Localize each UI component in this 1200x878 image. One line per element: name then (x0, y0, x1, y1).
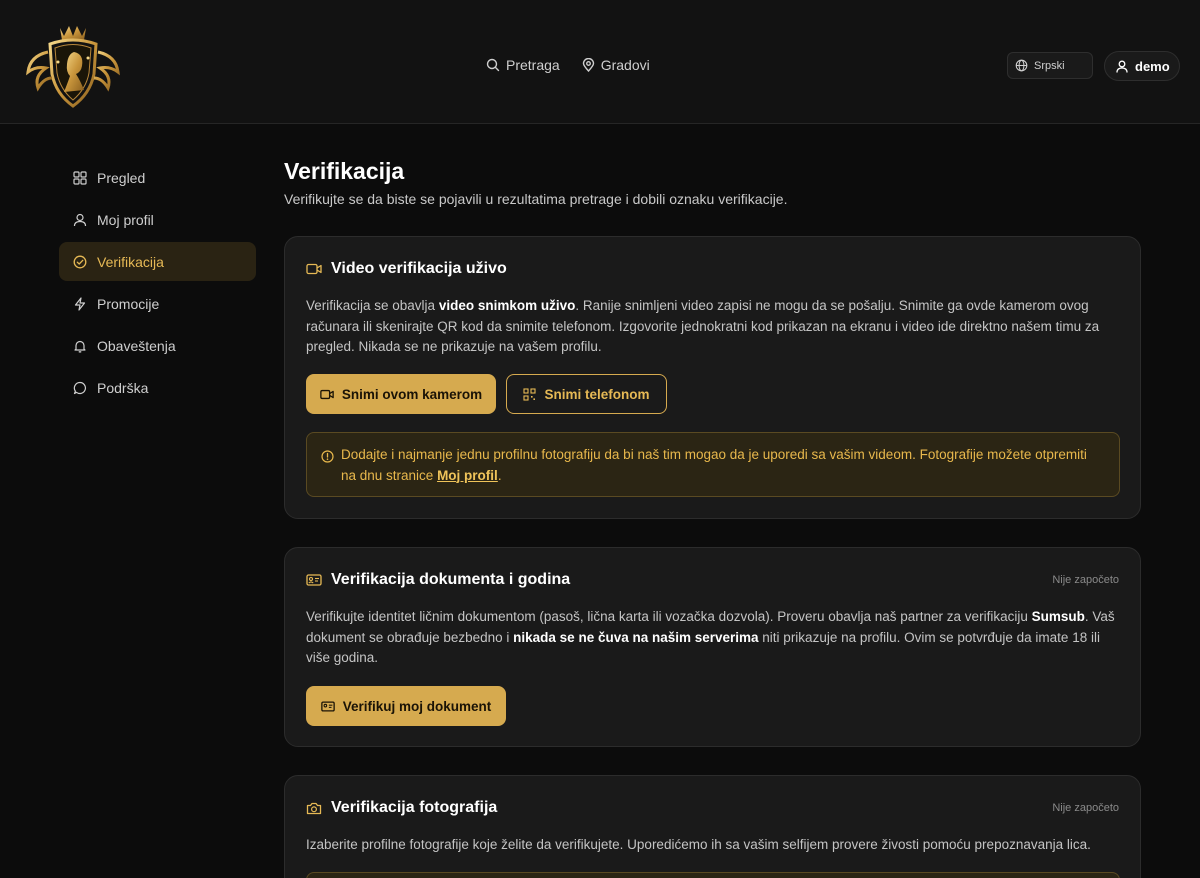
alert-message: Dodajte i najmanje jednu profilnu fotogr… (341, 447, 1087, 483)
nav-search-link[interactable]: Pretraga (486, 57, 560, 73)
bell-icon (73, 339, 87, 353)
card-header: Video verifikacija uživo (306, 260, 507, 278)
sidebar-item-label: Obaveštenja (97, 337, 176, 354)
map-pin-icon (582, 58, 595, 72)
status-badge: Nije započeto (1052, 802, 1119, 814)
globe-icon (1015, 59, 1028, 72)
top-nav: Pretraga Gradovi (486, 57, 650, 73)
sidebar-item-verification[interactable]: Verifikacija (59, 242, 256, 281)
photo-required-alert: Dodajte i najmanje jednu profilnu fotogr… (306, 432, 1120, 497)
record-phone-label: Snimi telefonom (544, 386, 650, 402)
card-description: Izaberite profilne fotografije koje želi… (306, 837, 1091, 852)
card-header: Verifikacija dokumenta i godina (306, 571, 570, 589)
card-title: Video verifikacija uživo (331, 260, 507, 277)
language-selector[interactable]: Srpski (1007, 52, 1093, 79)
camera-icon (306, 802, 322, 815)
user-menu-button[interactable]: demo (1104, 51, 1180, 81)
document-verification-card: Verifikacija dokumenta i godina Nije zap… (284, 547, 1141, 747)
record-phone-button[interactable]: Snimi telefonom (506, 374, 667, 414)
top-header: Pretraga Gradovi Srpski demo (0, 0, 1200, 124)
video-verification-card: Video verifikacija uživo Verifikacija se… (284, 236, 1141, 519)
card-description: Verifikacija se obavlja video snimkom už… (306, 298, 1100, 354)
photo-picker-panel (306, 872, 1120, 878)
sidebar-item-label: Moj profil (97, 211, 154, 228)
sidebar-item-label: Verifikacija (97, 253, 164, 270)
record-camera-button[interactable]: Snimi ovom kamerom (306, 374, 496, 414)
nav-search-label: Pretraga (506, 57, 560, 73)
card-title: Verifikacija dokumenta i godina (331, 571, 571, 588)
qr-code-icon (523, 387, 537, 401)
bolt-icon (73, 296, 87, 311)
sidebar: Pregled Moj profil Verifikacija Promocij… (59, 158, 256, 410)
crest-logo[interactable] (24, 22, 122, 110)
page-subtitle: Verifikujte se da biste se pojavili u re… (284, 191, 788, 207)
video-camera-icon (306, 263, 322, 275)
sidebar-item-support[interactable]: Podrška (59, 368, 256, 407)
sidebar-item-label: Podrška (97, 379, 149, 396)
user-name: demo (1135, 58, 1170, 74)
sidebar-item-label: Promocije (97, 295, 160, 312)
chat-icon (73, 381, 87, 395)
sidebar-item-overview[interactable]: Pregled (59, 158, 256, 197)
sidebar-item-profile[interactable]: Moj profil (59, 200, 256, 239)
user-icon (73, 213, 87, 227)
id-card-icon (306, 574, 322, 586)
record-camera-label: Snimi ovom kamerom (341, 386, 483, 402)
my-profile-link[interactable]: Moj profil (437, 468, 498, 483)
sidebar-item-label: Pregled (97, 169, 146, 186)
page-title: Verifikacija (284, 158, 405, 184)
card-header: Verifikacija fotografija (306, 799, 497, 817)
sidebar-item-notifications[interactable]: Obaveštenja (59, 326, 256, 365)
status-badge: Nije započeto (1052, 574, 1119, 586)
alert-circle-icon (321, 450, 334, 463)
video-camera-icon (320, 389, 334, 400)
check-circle-icon (73, 255, 87, 269)
photo-verification-card: Verifikacija fotografija Nije započeto I… (284, 775, 1141, 878)
language-label: Srpski (1034, 59, 1065, 72)
card-description: Verifikujte identitet ličnim dokumentom … (306, 609, 1115, 665)
card-title: Verifikacija fotografija (331, 799, 498, 816)
id-card-icon (320, 700, 335, 712)
sidebar-item-promotions[interactable]: Promocije (59, 284, 256, 323)
verify-document-label: Verifikuj moj dokument (342, 698, 492, 714)
search-icon (486, 58, 500, 72)
nav-cities-label: Gradovi (600, 57, 650, 73)
verify-document-button[interactable]: Verifikuj moj dokument (306, 686, 506, 726)
user-icon (1116, 60, 1128, 73)
grid-icon (73, 170, 87, 185)
nav-cities-link[interactable]: Gradovi (582, 57, 650, 73)
